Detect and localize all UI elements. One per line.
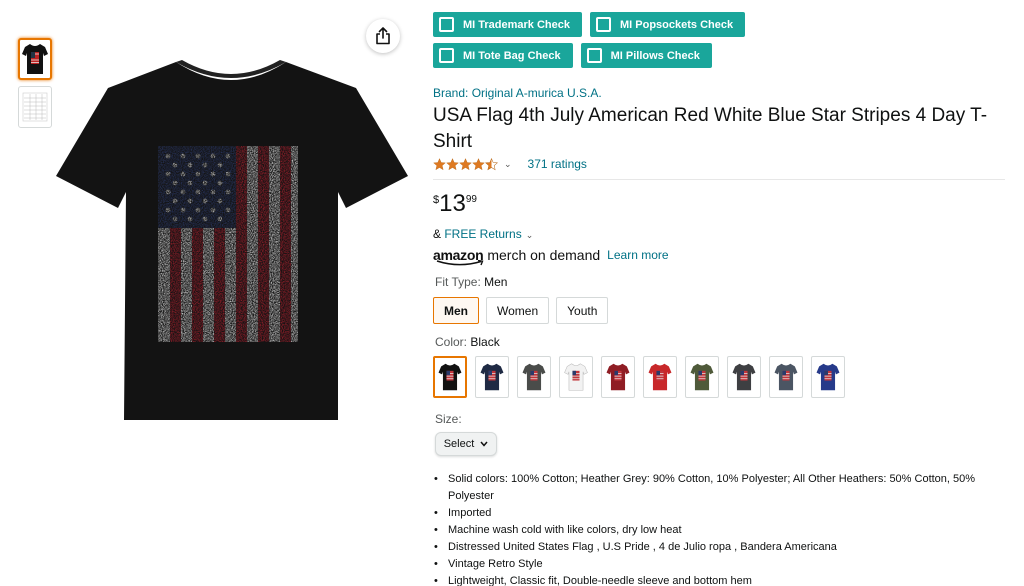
mi-button-label: MI Trademark Check	[463, 18, 570, 31]
feature-bullets: Solid colors: 100% Cotton; Heather Grey:…	[433, 471, 1003, 586]
merch-on-demand-text: merch on demand	[487, 247, 601, 263]
color-label-text: Color:	[435, 335, 471, 349]
fit-type-options: Men Women Youth	[433, 297, 1005, 324]
shirt-swatch-icon	[690, 363, 714, 391]
share-button[interactable]	[366, 19, 400, 53]
star-icon	[472, 157, 485, 170]
mi-tote-bag-check-button[interactable]: MI Tote Bag Check	[433, 43, 573, 68]
checkbox-icon	[439, 48, 454, 63]
star-icon	[459, 157, 472, 170]
feature-bullet: Distressed United States Flag , U.S Prid…	[434, 539, 1003, 556]
shirt-swatch-icon	[774, 363, 798, 391]
thumbnail-shirt[interactable]	[18, 38, 52, 80]
fit-option-youth[interactable]: Youth	[556, 297, 609, 324]
checkbox-icon	[439, 17, 454, 32]
price: $ 13 99	[433, 191, 1005, 219]
free-returns-link[interactable]: FREE Returns	[444, 227, 521, 241]
thumbnail-size-chart[interactable]	[18, 86, 52, 128]
checkbox-icon	[596, 17, 611, 32]
shirt-swatch-icon	[816, 363, 840, 391]
color-value: Black	[470, 335, 500, 349]
rating-row: ⌄ 371 ratings	[433, 156, 1005, 172]
star-rating[interactable]	[433, 157, 498, 171]
color-swatch[interactable]	[643, 356, 677, 398]
shirt-swatch-icon	[438, 363, 462, 391]
shirt-swatch-icon	[606, 363, 630, 391]
color-swatches	[433, 356, 1005, 398]
returns-prefix: &	[433, 227, 445, 241]
fit-option-men[interactable]: Men	[433, 297, 479, 324]
feature-bullet: Imported	[434, 505, 1003, 522]
size-label: Size:	[435, 412, 462, 426]
color-swatch[interactable]	[475, 356, 509, 398]
size-select-label: Select	[443, 438, 475, 450]
fit-option-women[interactable]: Women	[486, 297, 550, 324]
shirt-swatch-icon	[648, 363, 672, 391]
feature-bullet: Solid colors: 100% Cotton; Heather Grey:…	[434, 471, 1003, 505]
fit-type-label: Fit Type: Men	[435, 275, 1005, 289]
returns-row: & FREE Returns ⌄	[433, 227, 1005, 241]
price-fraction: 99	[465, 194, 477, 205]
amazon-logo: amazon	[433, 248, 484, 266]
product-details: MI Trademark Check MI Popsockets Check M…	[433, 0, 1005, 586]
shirt-swatch-icon	[732, 363, 756, 391]
color-swatch[interactable]	[811, 356, 845, 398]
price-whole: 13	[439, 190, 466, 217]
color-swatch[interactable]	[727, 356, 761, 398]
color-swatch[interactable]	[433, 356, 467, 398]
tshirt-image	[56, 60, 408, 420]
feature-bullet: Machine wash cold with like colors, dry …	[434, 522, 1003, 539]
mi-popsockets-check-button[interactable]: MI Popsockets Check	[590, 12, 746, 37]
chevron-down-icon	[480, 441, 488, 447]
main-product-image[interactable]	[48, 58, 414, 428]
color-swatch[interactable]	[601, 356, 635, 398]
mi-button-label: MI Pillows Check	[610, 49, 700, 62]
fit-type-value: Men	[484, 275, 508, 289]
color-swatch[interactable]	[685, 356, 719, 398]
ratings-count-link[interactable]: 371 ratings	[528, 157, 587, 171]
mi-check-buttons: MI Trademark Check MI Popsockets Check M…	[433, 12, 873, 68]
shirt-swatch-icon	[564, 363, 588, 391]
color-swatch[interactable]	[769, 356, 803, 398]
amazon-smile-icon	[436, 260, 484, 266]
fit-type-label-text: Fit Type:	[435, 275, 485, 289]
product-title: USA Flag 4th July American Red White Blu…	[433, 105, 988, 152]
color-swatch[interactable]	[559, 356, 593, 398]
learn-more-link[interactable]: Learn more	[607, 249, 668, 262]
mi-pillows-check-button[interactable]: MI Pillows Check	[580, 43, 712, 68]
star-icon	[433, 157, 446, 170]
mi-trademark-check-button[interactable]: MI Trademark Check	[433, 12, 582, 37]
chevron-down-icon[interactable]: ⌄	[504, 159, 512, 170]
feature-bullet: Lightweight, Classic fit, Double-needle …	[434, 573, 1003, 586]
shirt-swatch-icon	[480, 363, 504, 391]
divider	[433, 179, 1005, 180]
mi-button-label: MI Popsockets Check	[620, 18, 734, 31]
feature-bullet: Vintage Retro Style	[434, 556, 1003, 573]
brand-link[interactable]: Brand: Original A-murica U.S.A.	[433, 86, 1005, 100]
chevron-down-icon[interactable]: ⌄	[526, 230, 534, 240]
size-select[interactable]: Select	[435, 432, 497, 456]
checkbox-icon	[586, 48, 602, 63]
merch-on-demand-row: amazon merch on demand Learn more	[433, 244, 1005, 266]
color-swatch[interactable]	[517, 356, 551, 398]
half-star-icon	[485, 157, 498, 170]
shirt-swatch-icon	[522, 363, 546, 391]
share-icon	[376, 27, 390, 45]
color-label: Color: Black	[435, 335, 1005, 349]
shirt-thumbnail-icon	[22, 44, 48, 74]
mi-button-label: MI Tote Bag Check	[463, 49, 561, 62]
star-icon	[446, 157, 459, 170]
size-chart-icon	[22, 92, 48, 122]
